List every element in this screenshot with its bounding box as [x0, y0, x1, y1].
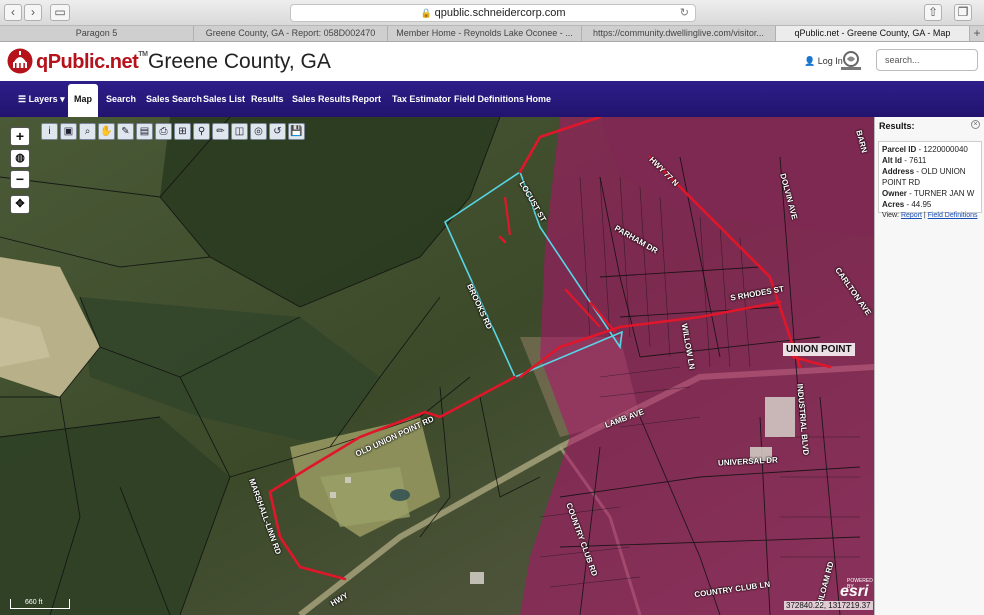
result-card[interactable]: Parcel ID - 1220000040 Alt Id - 7611 Add…: [878, 141, 982, 219]
close-icon[interactable]: ×: [971, 120, 980, 129]
print-icon[interactable]: ⎙: [155, 123, 172, 140]
tab-report[interactable]: Greene County, GA - Report: 058D002470: [194, 26, 388, 41]
view-links: View: Report | Field Definitions: [882, 212, 978, 219]
user-icon: 👤: [804, 56, 816, 66]
map-coordinates: 372840.22, 1317219.37: [784, 601, 873, 610]
nav-tax-estimator[interactable]: Tax Estimator: [392, 81, 451, 117]
zoom-out-button[interactable]: −: [10, 170, 30, 189]
county-title: Greene County, GA: [148, 50, 331, 73]
forward-button[interactable]: ›: [24, 4, 42, 21]
nav-map[interactable]: Map: [68, 84, 98, 117]
nav-home[interactable]: Home: [526, 81, 551, 117]
schneider-logo-icon: [841, 51, 861, 70]
tabs-overview-icon[interactable]: ❐: [954, 4, 972, 21]
nav-report[interactable]: Report: [352, 81, 381, 117]
tab-member-home[interactable]: Member Home - Reynolds Lake Oconee - ...: [388, 26, 582, 41]
buffer-icon[interactable]: ◫: [231, 123, 248, 140]
map-canvas[interactable]: HWY 77 N DOLVIN AVE CARLTON AVE S RHODES…: [0, 117, 874, 615]
sidebar-toggle-icon[interactable]: ▭: [50, 4, 70, 21]
draw-icon[interactable]: ✎: [117, 123, 134, 140]
address-bar[interactable]: 🔒 qpublic.schneidercorp.com ↻: [290, 4, 696, 22]
select-icon[interactable]: ▣: [60, 123, 77, 140]
city-label-union-point: UNION POINT: [783, 343, 855, 356]
url-text: qpublic.schneidercorp.com: [434, 7, 566, 19]
search-input[interactable]: search...: [876, 49, 978, 71]
refresh-icon[interactable]: ↺: [269, 123, 286, 140]
site-header: qPublic.netTM Greene County, GA 👤 Log In…: [0, 42, 984, 81]
lock-icon: 🔒: [420, 8, 432, 18]
pencil-icon[interactable]: ✏: [212, 123, 229, 140]
back-button[interactable]: ‹: [4, 4, 22, 21]
save-icon[interactable]: 💾: [288, 123, 305, 140]
site-logo[interactable]: qPublic.netTM: [36, 51, 148, 74]
share-icon[interactable]: ⇧: [924, 4, 942, 21]
new-tab-button[interactable]: +: [970, 26, 984, 41]
report-link[interactable]: Report: [901, 212, 922, 219]
measure-icon[interactable]: ⊞: [174, 123, 191, 140]
nav-field-definitions[interactable]: Field Definitions: [454, 81, 524, 117]
aerial-map: [0, 117, 874, 615]
pan-tool-icon[interactable]: ✋: [98, 123, 115, 140]
address-row: Address - OLD UNION POINT RD: [882, 167, 966, 187]
main-nav: ☰ Layers ▾ Map Search Sales Search Sales…: [0, 81, 984, 117]
nav-sales-search[interactable]: Sales Search: [146, 81, 202, 117]
results-panel: Results: × Parcel ID - 1220000040 Alt Id…: [874, 117, 984, 615]
tab-qpublic-map[interactable]: qPublic.net - Greene County, GA - Map: [776, 26, 970, 41]
layer-icon[interactable]: ◎: [250, 123, 267, 140]
login-link[interactable]: 👤 Log In: [804, 56, 843, 67]
esri-logo[interactable]: esri: [840, 583, 868, 601]
zoom-in-button[interactable]: +: [10, 127, 30, 146]
results-title: Results:: [879, 121, 915, 131]
nav-sales-results[interactable]: Sales Results: [292, 81, 351, 117]
tab-bar: Paragon 5 Greene County, GA - Report: 05…: [0, 26, 984, 42]
tab-paragon[interactable]: Paragon 5: [0, 26, 194, 41]
browser-toolbar: ‹ › ▭ 🔒 qpublic.schneidercorp.com ↻ ⇧ ❐: [0, 0, 984, 26]
nav-layers[interactable]: ☰ Layers ▾: [18, 81, 65, 117]
zoom-select-icon[interactable]: ⌕: [79, 123, 96, 140]
tab-dwellinglive[interactable]: https://community.dwellinglive.com/visit…: [582, 26, 776, 41]
reload-icon[interactable]: ↻: [680, 5, 689, 21]
globe-icon[interactable]: ◍: [10, 149, 30, 168]
pan-icon[interactable]: ✥: [10, 195, 30, 214]
capitol-logo-icon: [7, 48, 33, 74]
info-icon[interactable]: i: [41, 123, 58, 140]
parcel-id-row: Parcel ID - 1220000040: [882, 145, 968, 154]
scale-bar: 660 ft: [10, 599, 70, 609]
alt-id-row: Alt Id - 7611: [882, 156, 927, 165]
edit-layer-icon[interactable]: ▤: [136, 123, 153, 140]
search-tool-icon[interactable]: ⚲: [193, 123, 210, 140]
map-toolbar: i ▣ ⌕ ✋ ✎ ▤ ⎙ ⊞ ⚲ ✏ ◫ ◎ ↺ 💾: [41, 123, 305, 140]
acres-row: Acres - 44.95: [882, 200, 932, 209]
nav-results[interactable]: Results: [251, 81, 284, 117]
layers-icon: ☰: [18, 94, 27, 104]
owner-row: Owner - TURNER JAN W: [882, 189, 975, 198]
nav-sales-list[interactable]: Sales List: [203, 81, 245, 117]
nav-search[interactable]: Search: [106, 81, 136, 117]
field-definitions-link[interactable]: Field Definitions: [928, 212, 978, 219]
